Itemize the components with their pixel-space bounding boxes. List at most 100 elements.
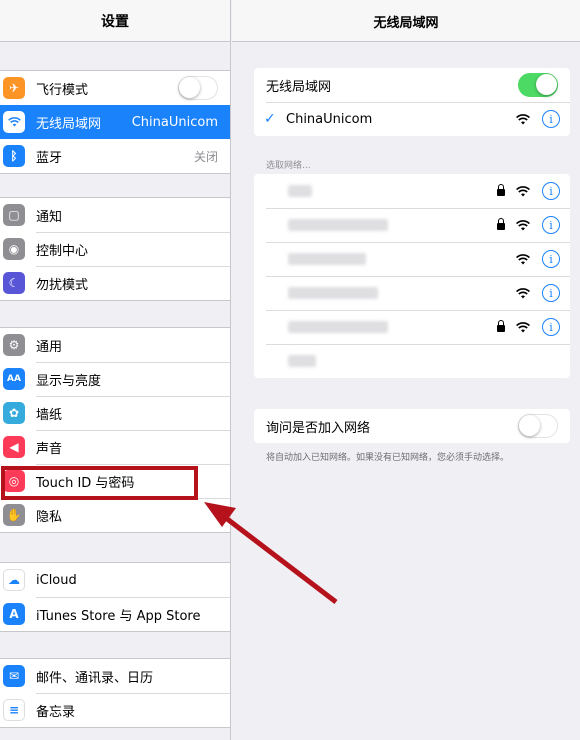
sidebar-item-label: 声音	[36, 441, 63, 457]
network-row[interactable]: i	[254, 174, 570, 208]
settings-group: ✉ 邮件、通讯录、日历 ≡ 备忘录	[0, 658, 230, 728]
settings-sidebar: 设置 ✈ 飞行模式无线局域网 ChinaUnicom ᛒ 蓝牙 关闭 ▢ 通知 ◉ 控制中心 ☾ 勿扰…	[0, 0, 231, 740]
sidebar-item[interactable]: ⚙ 通用	[0, 328, 230, 362]
lock-icon	[497, 184, 505, 196]
wifi-signal-icon	[516, 113, 530, 125]
connected-network-row[interactable]: ✓ ChinaUnicom i	[254, 102, 570, 136]
sidebar-item[interactable]: ✋ 隐私	[0, 498, 230, 532]
ask-join-hint: 将自动加入已知网络。如果没有已知网络，您必须手动选择。	[266, 453, 510, 463]
settings-group: ✈ 飞行模式无线局域网 ChinaUnicom ᛒ 蓝牙 关闭	[0, 70, 230, 174]
wifi-signal-icon	[516, 321, 530, 333]
settings-group: ⚙ 通用 AA 显示与亮度 ✿ 墙纸 ◀ 声音 ◎ Touch ID 与密码 ✋ 隐私	[0, 327, 230, 533]
bluetooth-icon: ᛒ	[3, 145, 25, 167]
sidebar-item[interactable]: ◎ Touch ID 与密码	[0, 464, 230, 498]
network-row[interactable]: i	[254, 208, 570, 242]
info-icon[interactable]: i	[542, 216, 560, 234]
sidebar-item[interactable]: ◀ 声音	[0, 430, 230, 464]
wifi-label: 无线局域网	[266, 79, 332, 95]
sidebar-title: 设置	[101, 14, 129, 30]
wifi-signal-icon	[516, 253, 530, 265]
sidebar-item-label: 无线局域网	[36, 116, 102, 132]
detail-title: 无线局域网	[373, 16, 439, 31]
cloud-icon: ☁	[3, 569, 25, 591]
sidebar-item[interactable]: ☾ 勿扰模式	[0, 266, 230, 300]
network-row[interactable]: i	[254, 242, 570, 276]
network-row[interactable]: i	[254, 276, 570, 310]
lock-icon	[497, 320, 505, 332]
wifi-toggle-row: 无线局域网	[254, 68, 570, 102]
info-icon[interactable]: i	[542, 182, 560, 200]
choose-network-header: 选取网络...	[266, 161, 311, 171]
sidebar-item-label: 邮件、通讯录、日历	[36, 670, 154, 686]
network-list: iiiii	[254, 174, 570, 378]
info-icon[interactable]: i	[542, 284, 560, 302]
sidebar-item[interactable]: ≡ 备忘录	[0, 693, 230, 727]
lock-icon	[497, 218, 505, 230]
sidebar-item-label: 飞行模式	[36, 82, 89, 98]
sidebar-item[interactable]: AA 显示与亮度	[0, 362, 230, 396]
notifications-icon: ▢	[3, 204, 25, 226]
sidebar-item[interactable]: ☁ iCloud	[0, 563, 230, 597]
sidebar-navbar: 设置	[0, 0, 230, 42]
wifi-icon	[3, 111, 25, 133]
wifi-signal-icon	[516, 185, 530, 197]
sidebar-item[interactable]: ▢ 通知	[0, 198, 230, 232]
sidebar-item[interactable]: ✉ 邮件、通讯录、日历	[0, 659, 230, 693]
info-icon[interactable]: i	[542, 110, 560, 128]
mail-icon: ✉	[3, 665, 25, 687]
sound-icon: ◀	[3, 436, 25, 458]
sidebar-item-value: 关闭	[193, 149, 218, 164]
hand-icon: ✋	[3, 504, 25, 526]
wifi-signal-icon	[516, 219, 530, 231]
sidebar-item[interactable]: AiTunes Store 与 App Store	[0, 597, 230, 631]
sidebar-item[interactable]: ✈ 飞行模式	[0, 71, 230, 105]
sidebar-item-label: iCloud	[36, 572, 77, 588]
ask-join-row: 询问是否加入网络	[254, 409, 570, 443]
wifi-card: 无线局域网 ✓ ChinaUnicom i	[254, 68, 570, 136]
ask-join-switch[interactable]	[518, 414, 558, 438]
detail-navbar: 无线局域网	[232, 0, 580, 42]
sidebar-item-label: 隐私	[36, 509, 63, 525]
sidebar-item-label: 通用	[36, 339, 63, 355]
moon-icon: ☾	[3, 272, 25, 294]
network-name-redacted	[288, 355, 316, 367]
fingerprint-icon: ◎	[3, 470, 25, 492]
display-icon: AA	[3, 368, 25, 390]
sidebar-item[interactable]: ᛒ 蓝牙 关闭	[0, 139, 230, 173]
network-name-redacted	[288, 321, 388, 333]
network-row[interactable]: i	[254, 310, 570, 344]
network-name-redacted	[288, 253, 366, 265]
sidebar-item[interactable]: ◉ 控制中心	[0, 232, 230, 266]
network-name-redacted	[288, 185, 312, 197]
airplane-icon: ✈	[3, 77, 25, 99]
wifi-signal-icon	[516, 287, 530, 299]
network-name-redacted	[288, 287, 378, 299]
settings-group: ▢ 通知 ◉ 控制中心 ☾ 勿扰模式	[0, 197, 230, 301]
wifi-switch[interactable]	[518, 73, 558, 97]
sidebar-item-label: 显示与亮度	[36, 373, 102, 389]
connected-network-name: ChinaUnicom	[286, 111, 373, 127]
sidebar-item-value: ChinaUnicom	[131, 114, 218, 130]
sidebar-item-label: 备忘录	[36, 704, 76, 720]
network-name-redacted	[288, 219, 388, 231]
sidebar-item-label: 通知	[36, 209, 63, 225]
sidebar-item-label: iTunes Store 与 App Store	[36, 608, 201, 624]
info-icon[interactable]: i	[542, 318, 560, 336]
wallpaper-icon: ✿	[3, 402, 25, 424]
checkmark-icon: ✓	[264, 111, 276, 127]
app-store-icon: A	[3, 603, 25, 625]
gear-icon: ⚙	[3, 334, 25, 356]
control-center-icon: ◉	[3, 238, 25, 260]
airplane-mode-switch[interactable]	[178, 76, 218, 100]
sidebar-item[interactable]: 无线局域网 ChinaUnicom	[0, 105, 230, 139]
notes-icon: ≡	[3, 699, 25, 721]
network-row[interactable]	[254, 344, 570, 378]
wifi-detail-pane: 无线局域网 无线局域网 ✓ ChinaUnicom i 选取网络... iiii…	[232, 0, 580, 740]
sidebar-item-label: 勿扰模式	[36, 277, 89, 293]
info-icon[interactable]: i	[542, 250, 560, 268]
sidebar-item[interactable]: ✿ 墙纸	[0, 396, 230, 430]
sidebar-item-label: 蓝牙	[36, 150, 63, 166]
settings-group: ☁ iCloud AiTunes Store 与 App Store	[0, 562, 230, 632]
ask-join-label: 询问是否加入网络	[266, 420, 371, 436]
ask-join-card: 询问是否加入网络	[254, 409, 570, 443]
